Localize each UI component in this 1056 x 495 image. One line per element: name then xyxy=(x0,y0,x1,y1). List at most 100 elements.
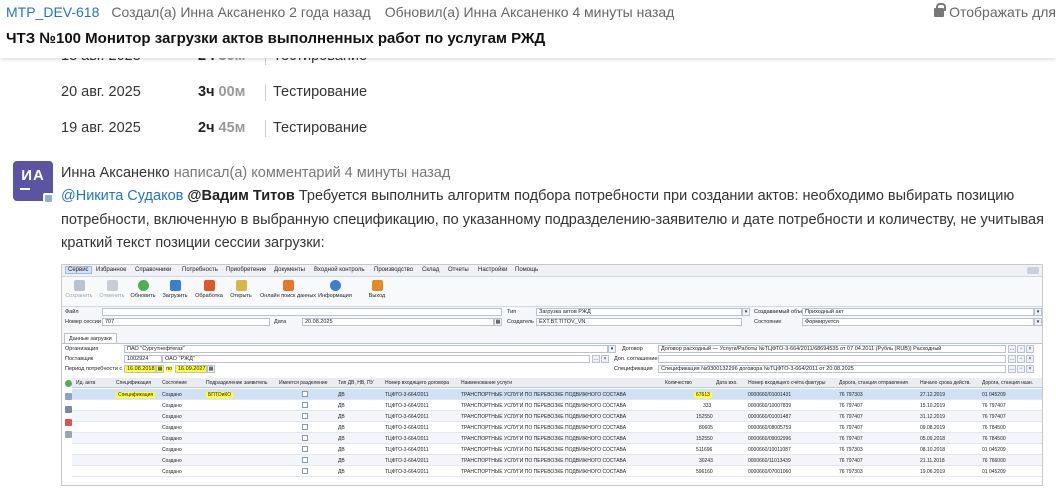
process-button[interactable]: Обработка xyxy=(192,280,226,299)
tab-load-data[interactable]: Данные загрузки xyxy=(64,333,117,343)
column-header[interactable]: Дорога, станция назн. xyxy=(982,380,1033,386)
created-object-field[interactable]: Приходный акт xyxy=(802,308,1034,316)
exit-button[interactable]: Выход xyxy=(360,280,394,299)
supplier-name-field[interactable]: ОАО "РЖД" xyxy=(162,355,590,363)
open-button[interactable]: Открыть xyxy=(224,280,258,299)
type-field[interactable]: Загрузка актов РЖД xyxy=(536,308,742,316)
split-checkbox[interactable] xyxy=(302,402,308,408)
info-button[interactable]: Информация xyxy=(318,280,352,299)
calendar-icon[interactable]: ▦ xyxy=(494,318,502,326)
column-header[interactable]: Количество xyxy=(665,380,692,386)
table-row[interactable]: Создано ДВ ТЦФТО-3-664/2011 ТРАНСПОРТНЫЕ… xyxy=(72,455,1042,466)
grid-table-icon[interactable] xyxy=(65,406,72,413)
spec-clear-icon[interactable]: × xyxy=(1026,365,1034,373)
embedded-screenshot[interactable]: Сервис Избранное Справочники Потребность… xyxy=(61,264,1043,486)
menu-item[interactable]: Справочники xyxy=(135,267,171,273)
date-field[interactable]: 20.08.2025 xyxy=(302,318,494,326)
supplier-more-icon[interactable]: … xyxy=(592,355,600,363)
menu-item[interactable]: Избранное xyxy=(96,267,126,273)
menu-item[interactable]: Потребность xyxy=(182,267,218,273)
table-row[interactable]: Создано ДВ ТЦФТО-3-664/2011 ТРАНСПОРТНЫЕ… xyxy=(72,422,1042,433)
contract-field[interactable]: Договор расходный — Услуги/Работы №ТЦФТО… xyxy=(658,345,1006,353)
created-object-dropdown-icon[interactable]: ▾ xyxy=(1034,308,1042,316)
menu-item[interactable]: Помощь xyxy=(515,267,538,273)
menu-item[interactable]: Приобретение xyxy=(226,267,266,273)
agreement-more-icon[interactable]: … xyxy=(1008,355,1016,363)
column-header[interactable]: Дата вхо. xyxy=(716,380,738,386)
split-checkbox[interactable] xyxy=(302,391,308,397)
window-controls-icon[interactable] xyxy=(1027,267,1039,274)
creator-field[interactable]: EXT.BT.TITOV_VN xyxy=(536,318,742,326)
column-header[interactable]: Спецификация xyxy=(116,380,151,386)
file-field[interactable] xyxy=(102,308,502,316)
agreement-open-icon[interactable]: ▫ xyxy=(1017,355,1025,363)
contract-more-icon[interactable]: … xyxy=(1008,345,1016,353)
contract-clear-icon[interactable]: × xyxy=(1026,345,1034,353)
org-field[interactable]: ПАО "Сургутнефтегаз" xyxy=(124,345,608,353)
grid-refresh-icon[interactable] xyxy=(65,380,72,387)
supplier-clear-icon[interactable]: × xyxy=(601,355,609,363)
table-row[interactable]: Спецификация Создано БПТОиКО ДВ ТЦФТО-3-… xyxy=(72,389,1042,400)
spec-open-icon[interactable]: ▫ xyxy=(1017,365,1025,373)
session-no-field[interactable]: 707 xyxy=(102,318,270,326)
period-to-calendar-icon[interactable]: ▦ xyxy=(207,365,215,373)
state-field[interactable]: Формируется xyxy=(802,318,1034,326)
column-header[interactable]: Тип ДВ, НВ, ПУ xyxy=(338,380,374,386)
period-from-calendar-icon[interactable]: ▦ xyxy=(156,365,164,373)
table-row[interactable]: Создано ДВ ТЦФТО-3-664/2011 ТРАНСПОРТНЫЕ… xyxy=(72,411,1042,422)
period-to-field[interactable]: 16.09.2027 xyxy=(175,365,207,373)
column-header[interactable]: Дорога, станция отправления xyxy=(839,380,908,386)
column-header[interactable]: Наименование услуги xyxy=(461,380,512,386)
table-row[interactable]: Создано ДВ ТЦФТО-3-664/2011 ТРАНСПОРТНЫЕ… xyxy=(72,444,1042,455)
split-checkbox[interactable] xyxy=(302,457,308,463)
cell-service: ТРАНСПОРТНЫЕ УСЛУГИ ПО ПЕРЕВОЗКЕ ПОДВИЖН… xyxy=(461,425,627,431)
grid-collapse-icon[interactable] xyxy=(65,431,72,438)
period-from-field[interactable]: 16.08.2018 xyxy=(124,365,156,373)
org-dropdown-icon[interactable]: ▾ xyxy=(608,345,616,353)
spec-field[interactable]: Спецификация №9300132296 договора №ТЦФТО… xyxy=(658,365,1006,373)
table-row[interactable]: Создано ДВ ТЦФТО-3-664/2011 ТРАНСПОРТНЫЕ… xyxy=(72,400,1042,411)
refresh-button[interactable]: Обновить xyxy=(126,280,160,299)
menu-item[interactable]: Отчеты xyxy=(448,267,469,273)
column-header[interactable]: Состояние xyxy=(162,380,187,386)
column-header[interactable]: Ид. акта xyxy=(76,380,95,386)
visibility-control[interactable]: Отображать для xyxy=(934,3,1056,20)
add-agreement-field[interactable] xyxy=(658,355,1006,363)
column-header[interactable]: Имеется разделение xyxy=(279,380,328,386)
split-checkbox[interactable] xyxy=(302,413,308,419)
table-row[interactable]: Создано ДВ ТЦФТО-3-664/2011 ТРАНСПОРТНЫЕ… xyxy=(72,466,1042,477)
lock-icon xyxy=(934,3,947,17)
split-checkbox[interactable] xyxy=(302,435,308,441)
table-row[interactable]: Создано ДВ ТЦФТО-3-664/2011 ТРАНСПОРТНЫЕ… xyxy=(72,433,1042,444)
split-checkbox[interactable] xyxy=(302,468,308,474)
menu-item[interactable]: Документы xyxy=(274,267,305,273)
online-search-label: Онлайн поиск данных xyxy=(259,293,317,299)
contract-open-icon[interactable]: ▫ xyxy=(1017,345,1025,353)
column-header[interactable]: Номер входящего счёта фактуры xyxy=(748,380,825,386)
upload-button[interactable]: Загрузить xyxy=(158,280,192,299)
grid-edit-icon[interactable] xyxy=(65,393,72,400)
menu-item[interactable]: Настройки xyxy=(478,267,507,273)
column-header[interactable]: Подразделение заявитель xyxy=(206,380,267,386)
mention-bold[interactable]: @Вадим Титов xyxy=(187,188,294,204)
cancel-button[interactable]: Отменить xyxy=(95,280,129,299)
state-dropdown-icon[interactable]: ▾ xyxy=(1034,318,1042,326)
comment-author[interactable]: Инна Аксаненко xyxy=(61,165,170,181)
agreement-clear-icon[interactable]: × xyxy=(1026,355,1034,363)
supplier-code-field[interactable]: 1002924 xyxy=(124,355,162,363)
online-search-button[interactable]: Онлайн поиск данных xyxy=(258,280,318,299)
split-checkbox[interactable] xyxy=(302,446,308,452)
column-header[interactable]: Начало срока действ. xyxy=(920,380,971,386)
type-dropdown-icon[interactable]: ▾ xyxy=(742,308,750,316)
split-checkbox[interactable] xyxy=(302,424,308,430)
spec-more-icon[interactable]: … xyxy=(1008,365,1016,373)
column-header[interactable]: Номер входящего договора xyxy=(385,380,449,386)
menu-item[interactable]: Склад xyxy=(422,267,439,273)
menu-item[interactable]: Производство xyxy=(374,267,413,273)
save-button[interactable]: Сохранить xyxy=(62,280,96,299)
mention-link[interactable]: @Никита Судаков xyxy=(61,188,183,204)
grid-excel-icon[interactable] xyxy=(65,419,72,426)
menu-item[interactable]: Входной контроль xyxy=(314,267,365,273)
menu-item[interactable]: Сервис xyxy=(65,266,92,274)
issue-key-link[interactable]: MTP_DEV-618 xyxy=(6,4,99,20)
